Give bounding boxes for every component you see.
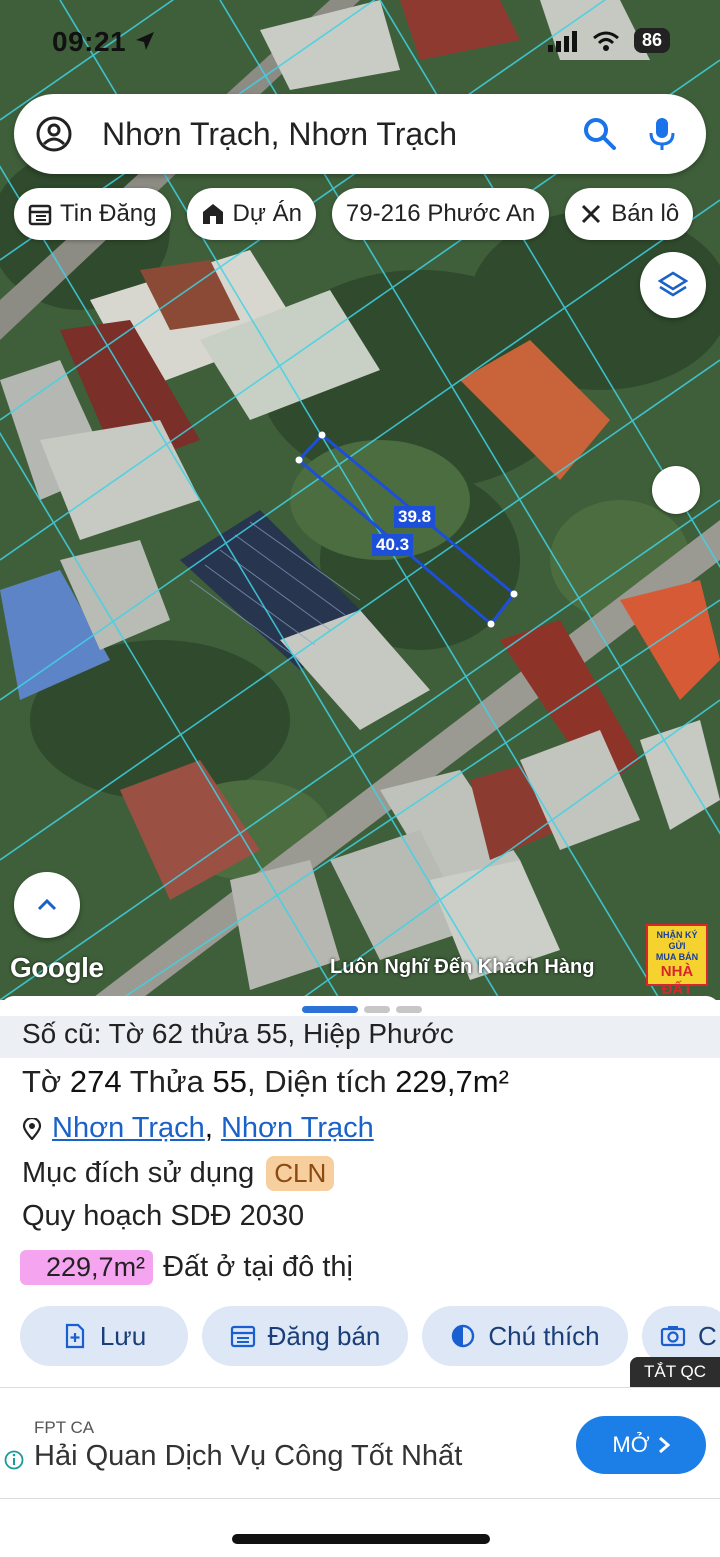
legend-button[interactable]: Chú thích xyxy=(422,1306,628,1366)
parcel-title: Tờ 274 Thửa 55, Diện tích 229,7m² xyxy=(22,1064,509,1099)
google-attribution: Google xyxy=(10,952,104,983)
sheet-pager[interactable] xyxy=(302,1006,422,1013)
microphone-icon[interactable] xyxy=(644,116,680,152)
search-icon[interactable] xyxy=(582,116,618,152)
district-link[interactable]: Nhơn Trạch xyxy=(52,1112,205,1145)
area-label: Diện tích xyxy=(264,1064,387,1099)
action-label: Chú thích xyxy=(488,1320,600,1351)
account-icon[interactable] xyxy=(36,116,72,152)
purpose-label: Mục đích sử dụng xyxy=(22,1157,255,1189)
building-icon xyxy=(202,204,223,224)
chip-label: Tin Đăng xyxy=(60,200,157,227)
ad-headline[interactable]: Hải Quan Dịch Vụ Công Tốt Nhất xyxy=(34,1440,462,1473)
plot-side-length-label: 39.8 xyxy=(394,506,436,528)
brand-line: MUA BÁN xyxy=(655,952,699,962)
location-separator: , xyxy=(204,1112,213,1144)
save-button[interactable]: Lưu xyxy=(20,1306,188,1366)
plan-area-desc: Đất ở tại đô thị xyxy=(163,1251,353,1283)
file-plus-icon xyxy=(65,1323,84,1349)
action-label: C xyxy=(698,1320,717,1351)
ad-open-label: MỞ xyxy=(612,1432,650,1457)
chip-du-an[interactable]: Dự Án xyxy=(186,188,316,240)
search-bar[interactable]: Nhơn Trạch, Nhơn Trạch xyxy=(14,94,706,174)
map-watermark: Luôn Nghĩ Đến Khách Hàng xyxy=(330,956,595,978)
area-value: 229,7m² xyxy=(395,1064,509,1099)
brand-line: NHÀ ĐẤT xyxy=(660,963,694,998)
search-query[interactable]: Nhơn Trạch, Nhơn Trạch xyxy=(102,116,582,153)
info-icon[interactable] xyxy=(4,1450,24,1470)
chevron-right-icon xyxy=(658,1436,670,1454)
filter-chips: Tin Đăng Dự Án 79-216 Phước An Bán lô xyxy=(14,188,694,240)
map-side-handle[interactable] xyxy=(652,466,700,514)
plan-area-row: 229,7m² Đất ở tại đô thị xyxy=(20,1250,353,1285)
wifi-icon xyxy=(593,31,619,51)
expand-up-button[interactable] xyxy=(14,872,80,938)
chip-address[interactable]: 79-216 Phước An xyxy=(331,188,550,240)
location-row: Nhơn Trạch , Nhơn Trạch xyxy=(22,1112,374,1145)
chip-label: Dự Án xyxy=(232,200,302,227)
chip-ban-lo[interactable]: Bán lô xyxy=(565,188,694,240)
sheet-number: 274 xyxy=(69,1064,122,1099)
hide-ad-button[interactable]: TẮT QC xyxy=(630,1357,720,1387)
pager-dot[interactable] xyxy=(364,1006,390,1013)
calendar-icon xyxy=(28,204,52,226)
action-label: Lưu xyxy=(99,1320,147,1351)
status-time: 09:21 xyxy=(52,26,127,57)
battery-indicator: 86 xyxy=(633,28,670,53)
pager-dot[interactable] xyxy=(396,1006,422,1013)
half-circle-icon xyxy=(452,1324,475,1348)
signal-icon xyxy=(547,30,577,52)
chip-label: 79-216 Phước An xyxy=(345,200,536,227)
layers-button[interactable] xyxy=(640,252,706,318)
tools-icon xyxy=(582,204,601,224)
plot-side-length-label: 40.3 xyxy=(372,534,414,556)
calendar-icon xyxy=(230,1325,255,1348)
plot-number: 55 xyxy=(212,1064,247,1099)
land-use-purpose: Mục đích sử dụng CLN xyxy=(22,1156,335,1191)
sheet-label: Tờ xyxy=(22,1064,62,1099)
home-indicator xyxy=(232,1534,490,1544)
status-bar: 09:21 86 xyxy=(0,22,720,62)
plot-label: Thửa xyxy=(129,1064,204,1099)
parcel-info-sheet[interactable]: Số cũ: Tờ 62 thửa 55, Hiệp Phước Tờ 274 … xyxy=(0,996,720,1388)
commune-link[interactable]: Nhơn Trạch xyxy=(221,1112,374,1145)
ad-open-button[interactable]: MỞ xyxy=(576,1416,706,1474)
location-pin-icon xyxy=(22,1117,42,1140)
action-label: Đăng bán xyxy=(267,1320,381,1351)
brand-logo: NHẬN KÝ GỬI MUA BÁN NHÀ ĐẤT xyxy=(646,924,708,998)
chip-tin-dang[interactable]: Tin Đăng xyxy=(14,188,171,240)
brand-line: NHẬN KÝ GỬI xyxy=(656,930,698,951)
action-buttons: Lưu Đăng bán Chú thích C xyxy=(20,1306,720,1366)
satellite-map[interactable]: 39.8 40.3 09:21 86 Nhơn Trạch, Nhơn Trạc… xyxy=(0,0,720,1000)
chevron-up-icon xyxy=(37,898,57,911)
location-arrow-icon xyxy=(136,32,154,50)
pager-dot[interactable] xyxy=(302,1006,358,1013)
chip-label: Bán lô xyxy=(611,200,680,227)
camera-icon xyxy=(660,1326,686,1347)
post-sale-button[interactable]: Đăng bán xyxy=(202,1306,408,1366)
old-reference: Số cũ: Tờ 62 thửa 55, Hiệp Phước xyxy=(0,1016,720,1058)
ad-sponsor: FPT CA xyxy=(34,1418,95,1437)
purpose-code-badge: CLN xyxy=(266,1156,335,1191)
plan-area-badge: 229,7m² xyxy=(20,1250,154,1285)
ad-banner[interactable]: FPT CA Hải Quan Dịch Vụ Công Tốt Nhất MỞ xyxy=(0,1387,720,1499)
land-plan-heading: Quy hoạch SDĐ 2030 xyxy=(22,1200,305,1232)
layers-icon xyxy=(658,271,688,297)
